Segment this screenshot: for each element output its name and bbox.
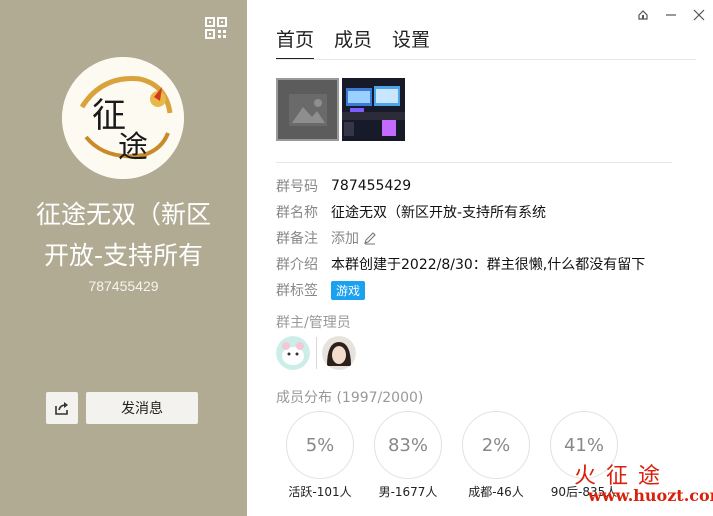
photo-placeholder[interactable] [276, 78, 339, 141]
group-photos [276, 78, 405, 141]
share-icon [55, 402, 68, 415]
image-placeholder-icon [288, 93, 327, 126]
group-tag-row: 群标签 游戏 [276, 277, 676, 303]
group-remark-row: 群备注 添加 [276, 225, 676, 251]
send-message-button[interactable]: 发消息 [86, 392, 198, 424]
group-name-title: 征途无双（新区 开放-支持所有 [0, 194, 247, 276]
group-profile-panel: 征 途 征途无双（新区 开放-支持所有 787455429 发消息 [0, 0, 247, 516]
site-watermark: 火征途 www.huozt.com [566, 458, 713, 516]
group-intro-value: 本群创建于2022/8/30：群主很懒,什么都没有留下 [331, 257, 646, 273]
group-remark-label: 群备注 [276, 231, 318, 247]
admin-divider [316, 337, 317, 369]
group-name-line-2: 开放-支持所有 [43, 241, 204, 270]
group-intro-label: 群介绍 [276, 257, 318, 273]
svg-text:途: 途 [118, 130, 148, 165]
minimize-icon[interactable] [657, 4, 685, 26]
group-id: 787455429 [88, 278, 159, 294]
group-name-value: 征途无双（新区开放-支持所有系统 [331, 205, 547, 221]
group-name-label: 群名称 [276, 205, 318, 221]
group-number-row: 群号码 787455429 [276, 173, 676, 199]
tab-divider [276, 59, 696, 60]
tab-members[interactable]: 成员 [334, 25, 372, 60]
member-distribution-title: 成员分布 (1997/2000) [276, 390, 424, 406]
watermark-url: www.huozt.com [588, 486, 713, 505]
stat-region-label: 成都-46人 [468, 485, 524, 499]
stat-gender-percent: 83% [374, 411, 442, 479]
group-number-value: 787455429 [331, 178, 412, 194]
stat-region[interactable]: 2% 成都-46人 [452, 411, 540, 500]
admins-title: 群主/管理员 [276, 315, 351, 331]
group-avatar[interactable]: 征 途 [62, 57, 184, 179]
group-name-line-1: 征途无双（新区 [35, 200, 211, 229]
tab-home[interactable]: 首页 [276, 25, 315, 60]
stat-active-percent: 5% [286, 411, 354, 479]
stat-active-label: 活跃-101人 [288, 485, 352, 499]
admin-list [276, 336, 356, 370]
stat-region-percent: 2% [462, 411, 530, 479]
owner-avatar[interactable] [276, 336, 310, 370]
pin-icon[interactable] [629, 4, 657, 26]
close-icon[interactable] [685, 4, 713, 26]
add-remark-link[interactable]: 添加 [331, 228, 377, 248]
tab-settings[interactable]: 设置 [392, 25, 430, 60]
stat-gender[interactable]: 83% 男-1677人 [364, 411, 452, 500]
qr-code-icon[interactable] [204, 16, 228, 40]
group-info: 群号码 787455429 群名称 征途无双（新区开放-支持所有系统 群备注 添… [276, 173, 676, 303]
group-tag-badge[interactable]: 游戏 [331, 280, 366, 300]
group-tag-label: 群标签 [276, 283, 318, 299]
group-photo-thumbnail[interactable] [342, 78, 405, 141]
group-number-label: 群号码 [276, 179, 318, 195]
tab-bar: 首页 成员 设置 [276, 25, 450, 60]
share-button[interactable] [46, 392, 78, 424]
group-name-row: 群名称 征途无双（新区开放-支持所有系统 [276, 199, 676, 225]
group-intro-row: 群介绍 本群创建于2022/8/30：群主很懒,什么都没有留下 [276, 251, 676, 277]
stat-active[interactable]: 5% 活跃-101人 [276, 411, 364, 500]
stat-gender-label: 男-1677人 [378, 485, 438, 499]
add-remark-text: 添加 [331, 231, 359, 247]
section-divider [276, 162, 672, 163]
window-controls [629, 4, 713, 26]
edit-pencil-icon [364, 232, 376, 245]
group-detail-panel: 首页 成员 设置 群号码 787455429 群名称 征途无双（新区开放-支持所… [247, 0, 713, 516]
admin-avatar[interactable] [322, 336, 356, 370]
